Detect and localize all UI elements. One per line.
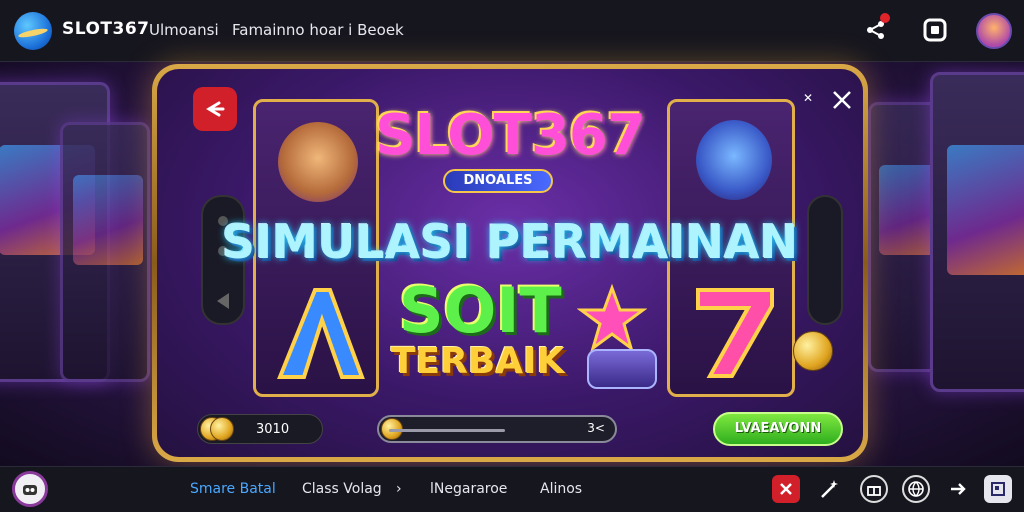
- seven-symbol-icon: [696, 288, 774, 378]
- phone-frame: ✕ SLOT367 DNOALES SIMULASI PERMAINAN SOI…: [152, 64, 868, 462]
- share-icon[interactable]: [862, 13, 890, 44]
- background-arcade-left-2: [60, 122, 150, 382]
- headline-line-4: TERBAIK: [391, 341, 565, 382]
- bottom-bar: Smare Batal Class Volag › lNegararoe Ali…: [0, 466, 1024, 512]
- magic-wand-icon[interactable]: [816, 475, 844, 503]
- headline-line-3: SOIT: [399, 274, 562, 347]
- arrow-right-icon[interactable]: [944, 475, 972, 503]
- red-x-icon[interactable]: [772, 475, 800, 503]
- slot-reel-symbol-icon: [587, 349, 657, 389]
- footer-item-4[interactable]: Alinos: [540, 481, 582, 497]
- balance-value: 3010: [256, 422, 290, 437]
- footer-item-0[interactable]: Smare Batal: [190, 481, 276, 497]
- nav-item-2[interactable]: Famainno hoar i Beoek: [232, 21, 404, 39]
- headline: SIMULASI PERMAINAN: [221, 215, 799, 269]
- nav-item-1[interactable]: Ulmoansi: [149, 21, 219, 39]
- coin-stack-icon: [210, 417, 234, 441]
- letter-a-symbol-icon: [277, 288, 365, 379]
- gold-coin-icon: [793, 331, 833, 371]
- game-window: ✕ SLOT367 DNOALES SIMULASI PERMAINAN SOI…: [157, 69, 863, 457]
- user-avatar[interactable]: [12, 471, 48, 507]
- game-logo-title: SLOT367: [375, 103, 646, 168]
- gift-icon[interactable]: [860, 475, 888, 503]
- footer-item-2[interactable]: ›: [396, 481, 402, 497]
- globe-icon[interactable]: [902, 475, 930, 503]
- background-arcade-right: [930, 72, 1024, 392]
- slider-value: 3<: [587, 421, 605, 435]
- notification-dot: [880, 13, 890, 23]
- profile-avatar[interactable]: [976, 13, 1012, 49]
- brand-logo-icon[interactable]: [14, 12, 52, 50]
- star-symbol-icon: [577, 284, 647, 352]
- window-icon[interactable]: [984, 475, 1012, 503]
- play-button[interactable]: LVAEAVONN: [713, 412, 843, 446]
- square-icon[interactable]: [921, 16, 949, 44]
- footer-item-1[interactable]: Class Volag: [302, 481, 382, 497]
- top-bar: SLOT367 Ulmoansi Famainno hoar i Beoek: [0, 0, 1024, 62]
- footer-item-3[interactable]: lNegararoe: [430, 481, 507, 497]
- logo-badge: DNOALES: [443, 169, 553, 193]
- brand-name[interactable]: SLOT367: [62, 19, 150, 39]
- balance-display: 3010: [197, 414, 323, 444]
- slider-track: [389, 429, 505, 432]
- bet-slider[interactable]: 3<: [377, 415, 617, 443]
